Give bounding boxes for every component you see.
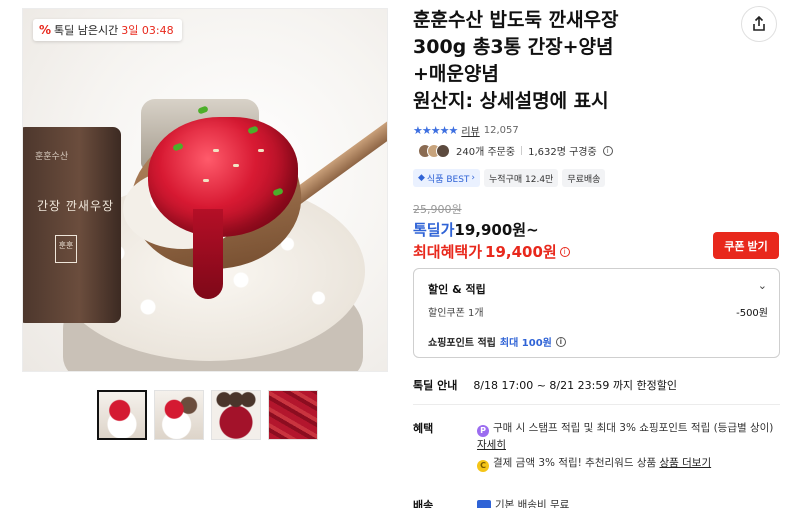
sesame-seed (213, 149, 219, 152)
sauce-jar: 훈훈수산 간장 깐새우장 훈훈 (23, 127, 121, 323)
benefit-text: 구매 시 스탬프 적립 및 최대 3% 쇼핑포인트 적립 (등급별 상이) (493, 422, 774, 434)
original-price: 25,900원 (413, 203, 462, 216)
rating-row: ★★★★★ 리뷰 12,057 (413, 123, 519, 138)
details-link[interactable]: 자세히 (477, 439, 506, 451)
main-product-image[interactable]: % 톡딜 남은시간 3일 03:48 훈훈수산 간장 깐새우장 훈훈 (22, 8, 388, 372)
chevron-right-icon: › (471, 173, 476, 183)
avatar (436, 143, 450, 158)
thumbnail-strip (97, 390, 318, 440)
jar-seal: 훈훈 (55, 235, 77, 263)
benefit-label: 혜택 (413, 422, 434, 435)
jar-brand-text: 훈훈수산 (35, 152, 69, 162)
coupon-label: 할인쿠폰 1개 (428, 308, 484, 319)
share-icon (753, 16, 765, 31)
info-icon[interactable]: i (555, 336, 566, 347)
sesame-seed (258, 149, 264, 152)
point-icon: P (477, 425, 489, 437)
jar-label-text: 간장 깐새우장 (37, 199, 115, 213)
thumbnail-4[interactable] (268, 390, 318, 440)
sesame-seed (233, 164, 239, 167)
shipping-info: 기본 배송비 무료 (477, 497, 569, 508)
title-line: 300g 총3통 간장+양념 (413, 36, 614, 58)
buyer-avatars (418, 143, 450, 158)
more-products-link[interactable]: 상품 더보기 (659, 457, 711, 469)
percent-icon: % (39, 23, 52, 37)
timer-label: 톡딜 남은시간 (54, 24, 119, 37)
tag-label: 누적구매 12.4만 (489, 174, 554, 185)
max-benefit-price: 최대혜택가 19,400원 i (413, 241, 570, 262)
review-link[interactable]: 리뷰 (461, 123, 479, 138)
coupon-row: 할인쿠폰 1개 -500원 (428, 304, 768, 319)
deal-guide: 톡딜 안내 8/18 17:00 ~ 8/21 23:59 까지 한정할인 (413, 377, 677, 393)
title-line: 원산지: 상세설명에 표시 (413, 90, 609, 112)
shipping-label: 배송 (413, 499, 434, 508)
deal-timer-badge: % 톡딜 남은시간 3일 03:48 (33, 19, 182, 41)
divider (521, 146, 523, 155)
sauce-drip (193, 209, 223, 299)
tag-label: 식품 BEST (426, 174, 470, 185)
product-title: 훈훈수산 밥도둑 깐새우장 300g 총3통 간장+양념 +매운양념 원산지: … (413, 7, 733, 115)
product-tags: ◆ 식품 BEST › 누적구매 12.4만 무료배송 (413, 169, 606, 187)
tag-food-best[interactable]: ◆ 식품 BEST › (413, 169, 481, 187)
coin-icon: C (477, 460, 489, 472)
benefit-text: 결제 금액 3% 적립! 추천리워드 상품 (493, 457, 657, 469)
deal-price-label: 톡딜가 (413, 221, 455, 239)
thumbnail-1[interactable] (97, 390, 147, 440)
max-price-label: 최대혜택가 (413, 243, 483, 261)
max-price-value: 19,400원 (485, 243, 557, 261)
point-row: 쇼핑포인트 적립 최대 100원 i (428, 334, 566, 349)
shipping-text: 기본 배송비 무료 (495, 499, 570, 508)
timer-value: 3일 03:48 (121, 24, 174, 37)
title-line: 훈훈수산 밥도둑 깐새우장 (413, 9, 619, 31)
chevron-down-icon[interactable]: ⌄ (758, 279, 767, 292)
point-label: 쇼핑포인트 적립 (428, 338, 496, 349)
benefit-item-reward: C 결제 금액 3% 적립! 추천리워드 상품 상품 더보기 (477, 455, 777, 472)
deal-guide-text: 8/18 17:00 ~ 8/21 23:59 까지 한정할인 (473, 379, 678, 392)
sesame-seed (203, 179, 209, 182)
benefit-item-points: P 구매 시 스탬프 적립 및 최대 3% 쇼핑포인트 적립 (등급별 상이) 자… (477, 420, 777, 453)
point-value: 최대 100원 (499, 338, 552, 349)
thumbnail-2[interactable] (154, 390, 204, 440)
section-divider (413, 404, 780, 405)
viewers-count: 1,632명 구경중 (528, 147, 597, 158)
info-icon[interactable]: i (602, 145, 613, 156)
coupon-button[interactable]: 쿠폰 받기 (713, 232, 779, 259)
buyers-row: 240개 주문중 1,632명 구경중 i (418, 143, 613, 158)
star-rating: ★★★★★ (413, 124, 458, 137)
deal-guide-label: 톡딜 안내 (413, 379, 458, 392)
best-badge-icon: ◆ (418, 173, 425, 183)
orders-count: 240개 주문중 (456, 147, 516, 158)
tag-label: 무료배송 (567, 174, 601, 185)
share-button[interactable] (741, 6, 777, 42)
title-line: +매운양념 (413, 63, 499, 85)
deal-price-value: 19,900원~ (454, 221, 539, 239)
deal-price: 톡딜가19,900원~ (413, 219, 539, 240)
tag-free-shipping: 무료배송 (562, 169, 606, 187)
discount-panel: 할인 & 적립 ⌄ 할인쿠폰 1개 -500원 쇼핑포인트 적립 최대 100원… (413, 268, 780, 358)
coupon-amount: -500원 (736, 308, 768, 319)
info-icon[interactable]: i (559, 246, 570, 257)
review-count[interactable]: 12,057 (484, 125, 519, 136)
tag-cumulative-purchase: 누적구매 12.4만 (484, 169, 559, 187)
thumbnail-3[interactable] (211, 390, 261, 440)
truck-icon (477, 499, 491, 508)
discount-title: 할인 & 적립 (428, 283, 486, 296)
